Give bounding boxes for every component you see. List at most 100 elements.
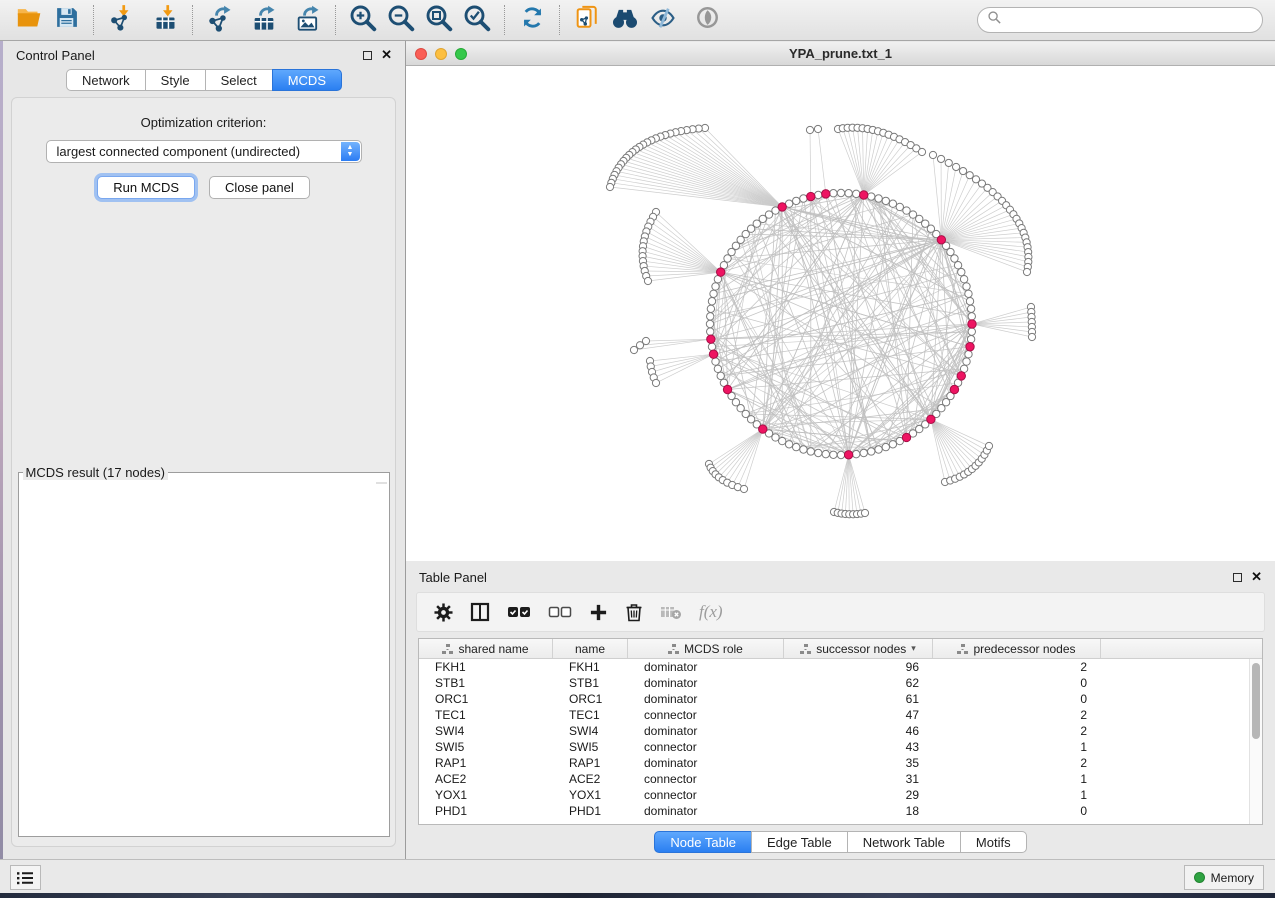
tab-select[interactable]: Select <box>205 69 273 91</box>
network-node[interactable] <box>896 203 903 210</box>
network-node[interactable] <box>968 328 975 335</box>
export-network-button[interactable] <box>204 4 236 36</box>
column-header-MCDS-role[interactable]: MCDS role <box>628 639 784 658</box>
search-input[interactable] <box>1002 13 1253 28</box>
column-header-name[interactable]: name <box>553 639 628 658</box>
leaf-node[interactable] <box>636 342 643 349</box>
tab-edge-table[interactable]: Edge Table <box>751 831 848 853</box>
leaf-node[interactable] <box>966 172 973 179</box>
criterion-select[interactable]: largest connected component (undirected)… <box>46 140 362 163</box>
mcds-hub-node[interactable] <box>937 236 945 244</box>
network-node[interactable] <box>807 448 814 455</box>
network-node[interactable] <box>889 441 896 448</box>
close-panel-icon[interactable]: ✕ <box>381 50 392 60</box>
table-row[interactable]: RAP1RAP1dominator352 <box>419 755 1262 771</box>
close-table-panel-icon[interactable]: ✕ <box>1251 572 1262 582</box>
table-row[interactable]: SWI5SWI5connector431 <box>419 739 1262 755</box>
column-header-successor-nodes[interactable]: successor nodes▾ <box>784 639 933 658</box>
network-node[interactable] <box>707 328 714 335</box>
mcds-list-scrollbar[interactable] <box>376 482 387 484</box>
memory-button[interactable]: Memory <box>1184 865 1264 890</box>
network-node[interactable] <box>800 195 807 202</box>
zoom-fit-button[interactable] <box>423 4 455 36</box>
network-node[interactable] <box>707 313 714 320</box>
tab-network[interactable]: Network <box>66 69 146 91</box>
table-row[interactable]: YOX1YOX1connector291 <box>419 787 1262 803</box>
table-scrollbar-thumb[interactable] <box>1252 663 1260 739</box>
mcds-hub-node[interactable] <box>822 190 830 198</box>
function-builder-button[interactable]: f(x) <box>699 602 723 622</box>
import-table-button[interactable] <box>149 4 181 36</box>
table-row[interactable]: SWI4SWI4dominator462 <box>419 723 1262 739</box>
open-file-button[interactable] <box>12 4 44 36</box>
column-header-predecessor-nodes[interactable]: predecessor nodes <box>933 639 1101 658</box>
network-node[interactable] <box>960 275 967 282</box>
mcds-hub-node[interactable] <box>927 415 935 423</box>
network-node[interactable] <box>792 197 799 204</box>
network-node[interactable] <box>779 437 786 444</box>
network-node[interactable] <box>882 443 889 450</box>
search-box[interactable] <box>977 7 1263 33</box>
mcds-hub-node[interactable] <box>968 320 976 328</box>
network-node[interactable] <box>717 372 724 379</box>
leaf-node[interactable] <box>630 346 637 353</box>
network-node[interactable] <box>837 451 844 458</box>
network-node[interactable] <box>965 351 972 358</box>
mcds-hub-node[interactable] <box>950 385 958 393</box>
leaf-node[interactable] <box>861 509 868 516</box>
mcds-hub-node[interactable] <box>807 192 815 200</box>
zoom-in-button[interactable] <box>347 4 379 36</box>
tab-style[interactable]: Style <box>145 69 206 91</box>
leaf-node[interactable] <box>952 163 959 170</box>
export-image-button[interactable] <box>292 4 324 36</box>
network-node[interactable] <box>963 283 970 290</box>
leaf-node[interactable] <box>937 155 944 162</box>
leaf-node[interactable] <box>814 125 821 132</box>
network-node[interactable] <box>837 189 844 196</box>
mcds-hub-node[interactable] <box>707 335 715 343</box>
network-graph-canvas[interactable] <box>406 66 1275 561</box>
mcds-hub-node[interactable] <box>759 425 767 433</box>
mcds-hub-node[interactable] <box>860 191 868 199</box>
network-node[interactable] <box>967 305 974 312</box>
mcds-hub-node[interactable] <box>723 385 731 393</box>
mcds-hub-node[interactable] <box>957 372 965 380</box>
table-row[interactable]: ACE2ACE2connector311 <box>419 771 1262 787</box>
tab-mcds[interactable]: MCDS <box>272 69 342 91</box>
network-node[interactable] <box>968 313 975 320</box>
add-column-button[interactable] <box>589 603 608 622</box>
network-node[interactable] <box>967 336 974 343</box>
network-node[interactable] <box>963 358 970 365</box>
mcds-hub-node[interactable] <box>778 203 786 211</box>
clone-network-button[interactable] <box>571 4 603 36</box>
network-node[interactable] <box>868 193 875 200</box>
network-node[interactable] <box>712 283 719 290</box>
network-node[interactable] <box>830 451 837 458</box>
import-network-button[interactable] <box>105 4 137 36</box>
export-table-button[interactable] <box>248 4 280 36</box>
panel-menu-button[interactable] <box>10 865 41 890</box>
network-node[interactable] <box>815 449 822 456</box>
mcds-hub-node[interactable] <box>902 433 910 441</box>
network-node[interactable] <box>875 195 882 202</box>
leaf-node[interactable] <box>1028 333 1035 340</box>
leaf-node[interactable] <box>740 485 747 492</box>
leaf-node[interactable] <box>1023 268 1030 275</box>
network-node[interactable] <box>714 365 721 372</box>
close-panel-button[interactable]: Close panel <box>209 176 310 199</box>
network-node[interactable] <box>954 262 961 269</box>
network-window-titlebar[interactable]: YPA_prune.txt_1 <box>406 42 1275 66</box>
network-node[interactable] <box>875 446 882 453</box>
network-node[interactable] <box>708 298 715 305</box>
network-node[interactable] <box>792 443 799 450</box>
float-table-panel-icon[interactable] <box>1233 573 1242 582</box>
network-node[interactable] <box>830 190 837 197</box>
network-node[interactable] <box>868 448 875 455</box>
network-node[interactable] <box>800 446 807 453</box>
select-all-button[interactable] <box>507 604 531 620</box>
refresh-button[interactable] <box>516 4 548 36</box>
run-mcds-button[interactable]: Run MCDS <box>97 176 195 199</box>
network-node[interactable] <box>710 290 717 297</box>
leaf-node[interactable] <box>644 277 651 284</box>
deselect-all-button[interactable] <box>548 604 572 620</box>
